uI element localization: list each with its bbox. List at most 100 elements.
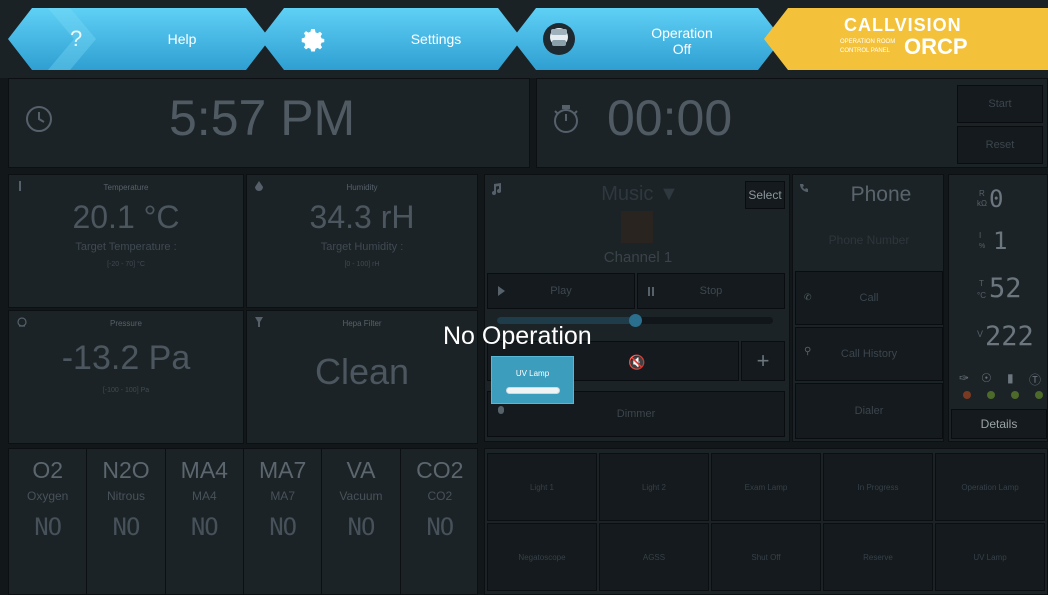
uv-lamp-label: UV Lamp <box>515 369 550 378</box>
humidity-panel: Humidity 34.3 rH Target Humidity : [0 - … <box>246 174 478 308</box>
gas-state: NO <box>269 513 297 541</box>
gas-state: NO <box>426 513 454 541</box>
vacuum-icon: Ⓣ <box>1029 373 1042 387</box>
gas-column[interactable]: VA Vacuum NO <box>322 449 401 595</box>
led-green-2 <box>1011 391 1019 399</box>
timer-start-button[interactable]: Start <box>957 85 1043 123</box>
call-button[interactable]: ✆ Call <box>795 271 943 325</box>
timer-reset-button[interactable]: Reset <box>957 126 1043 164</box>
light-switch[interactable]: Light 2 <box>599 453 709 521</box>
play-label: Play <box>550 285 572 297</box>
logo-orcp: ORCP <box>904 34 968 59</box>
light-switch[interactable]: Light 1 <box>487 453 597 521</box>
gas-code: CO2 <box>416 457 464 483</box>
details-button[interactable]: Details <box>951 409 1047 439</box>
gas-name: MA7 <box>270 489 295 503</box>
v-label: V <box>977 329 984 339</box>
help-label: Help <box>167 31 197 47</box>
light-switch[interactable]: Exam Lamp <box>711 453 821 521</box>
leakage-value: 1 <box>993 227 1008 255</box>
gas-name: Nitrous <box>106 489 145 503</box>
dialer-button[interactable]: Dialer <box>795 383 943 439</box>
uv-lamp-tube-icon <box>506 387 560 394</box>
music-title[interactable]: Music ▼ <box>585 183 695 206</box>
gas-column[interactable]: MA7 MA7 NO <box>244 449 323 595</box>
target-temperature-label: Target Temperature : <box>75 241 177 253</box>
logo-sub-1: OPERATION ROOM <box>840 39 896 45</box>
logo-tab: CALLVISION OPERATION ROOM CONTROL PANEL … <box>764 8 1048 70</box>
light-switch[interactable]: UV Lamp <box>935 523 1045 591</box>
voltage-value: 222 <box>985 321 1034 352</box>
logo-callvision: CALLVISION <box>844 15 962 35</box>
lights-panel: Light 1 Light 2 Exam Lamp In Progress Operat… <box>484 448 1048 595</box>
music-channel: Channel 1 <box>603 249 673 266</box>
gas-column[interactable]: N2O Nitrous NO <box>87 449 166 595</box>
settings-tab[interactable]: Settings <box>260 8 522 70</box>
operation-tab[interactable]: Operation Off <box>512 8 782 70</box>
pause-icon <box>648 287 650 296</box>
operation-label-2: Off <box>672 41 692 57</box>
temperature-range: [-20 - 70] °C <box>107 261 145 268</box>
gas-code: VA <box>346 457 376 483</box>
i-label: I <box>979 231 982 240</box>
play-icon <box>498 286 505 296</box>
phone-number-field[interactable]: Phone Number <box>801 233 937 247</box>
help-tab[interactable]: ? Help <box>8 8 270 70</box>
gas-name: MA4 <box>191 489 217 503</box>
phone-title: Phone <box>850 183 912 206</box>
led-red <box>963 391 971 399</box>
indicator-icons: ✑ ☉ ▮ Ⓣ <box>959 371 1045 389</box>
temperature-panel: Temperature 20.1 °C Target Temperature :… <box>8 174 244 308</box>
target-humidity-label: Target Humidity : <box>320 241 404 253</box>
gas-state: NO <box>190 513 219 541</box>
status-panel: R kΩ 0 I % 1 T °C 52 V 222 ✑ ☉ ▮ Ⓣ Detai… <box>948 174 1048 442</box>
gas-column[interactable]: O2 Oxygen NO <box>9 449 88 595</box>
timer-value: 00:00 <box>607 90 733 146</box>
light-switch[interactable]: Shut Off <box>711 523 821 591</box>
pressure-panel: Pressure -13.2 Pa [-100 - 100] Pa <box>8 310 244 444</box>
light-switch[interactable]: Operation Lamp <box>935 453 1045 521</box>
gas-column[interactable]: MA4 MA4 NO <box>166 449 244 595</box>
fan-icon: ☉ <box>981 371 992 385</box>
call-icon: ✆ <box>804 292 812 302</box>
gas-column[interactable]: CO2 CO2 NO <box>401 449 479 595</box>
r-label: R <box>979 189 985 198</box>
indicator-leds <box>963 391 1043 401</box>
tc-value: 52 <box>989 273 1022 304</box>
light-switch[interactable]: AGSS <box>599 523 709 591</box>
clock-time: 5:57 PM <box>169 90 356 146</box>
light-switch[interactable]: Negatoscope <box>487 523 597 591</box>
logo-sub-2: CONTROL PANEL <box>840 48 891 54</box>
gear-icon <box>301 29 325 52</box>
music-select-button[interactable]: Select <box>745 181 785 209</box>
mute-icon: 🔇 <box>628 354 646 370</box>
music-stop-button[interactable]: Stop <box>637 273 785 309</box>
call-history-button[interactable]: ⚲ Call History <box>795 327 943 381</box>
top-navigation: ? Help Settings Operation Off CALLVISION… <box>0 0 1048 78</box>
gas-state: NO <box>347 513 376 541</box>
thermometer-small-icon: ▮ <box>1007 371 1014 385</box>
no-operation-message: No Operation <box>443 322 592 350</box>
call-label: Call <box>859 292 879 304</box>
uv-lamp-button[interactable]: UV Lamp <box>491 356 574 404</box>
bulb-icon <box>498 406 504 414</box>
music-play-button[interactable]: Play <box>487 273 635 309</box>
k-label: kΩ <box>977 199 987 208</box>
gas-panel: O2 Oxygen NO N2O Nitrous NO MA4 MA4 NO MA7 MA7 NO VA… <box>8 448 478 595</box>
pressure-title: Pressure <box>109 319 142 328</box>
light-switch[interactable]: Reserve <box>823 523 933 591</box>
resistance-value: 0 <box>989 185 1004 213</box>
magnifier-icon: ⚲ <box>804 346 812 357</box>
volume-up-button[interactable]: + <box>741 341 785 381</box>
clock-icon <box>26 106 52 132</box>
orcp-screen: ? Help Settings Operation Off CALLVISION… <box>0 0 1048 595</box>
gas-code: N2O <box>102 457 150 483</box>
dimmer-label: Dimmer <box>616 408 656 420</box>
stopwatch-icon <box>554 105 578 133</box>
gas-code: MA7 <box>259 457 307 483</box>
celsius-label: °C <box>977 291 986 300</box>
call-history-label: Call History <box>840 348 898 360</box>
light-switch[interactable]: In Progress <box>823 453 933 521</box>
stop-label: Stop <box>699 285 723 297</box>
temperature-title: Temperature <box>103 183 149 192</box>
